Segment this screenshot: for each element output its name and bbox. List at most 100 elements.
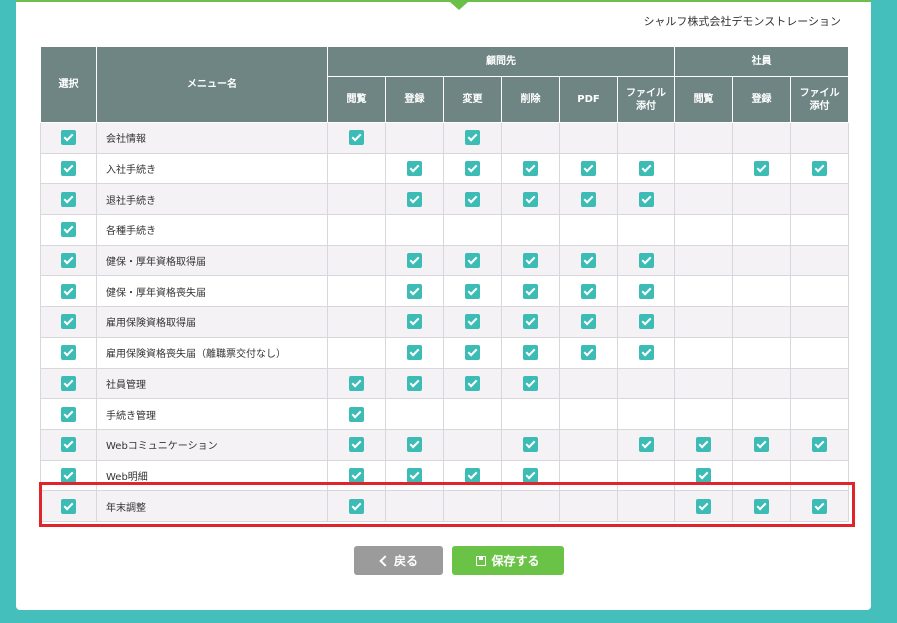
checkbox-checked-icon[interactable] xyxy=(465,191,480,207)
cell-advisor-change[interactable] xyxy=(443,183,502,216)
checkbox-checked-icon[interactable] xyxy=(465,283,480,299)
cell-select[interactable] xyxy=(40,122,97,154)
checkbox-checked-icon[interactable] xyxy=(696,498,712,514)
checkbox-checked-icon[interactable] xyxy=(61,467,76,483)
checkbox-checked-icon[interactable] xyxy=(581,314,596,330)
cell-advisor-change[interactable] xyxy=(443,275,502,308)
cell-select[interactable] xyxy=(40,306,97,338)
cell-select[interactable] xyxy=(40,428,97,461)
cell-employee-register[interactable] xyxy=(732,459,792,492)
cell-employee-view[interactable] xyxy=(674,152,734,185)
checkbox-checked-icon[interactable] xyxy=(407,191,422,207)
cell-advisor-delete[interactable] xyxy=(501,490,560,522)
checkbox-checked-icon[interactable] xyxy=(812,498,828,514)
cell-advisor-pdf[interactable] xyxy=(559,214,618,246)
checkbox-checked-icon[interactable] xyxy=(812,161,828,177)
checkbox-checked-icon[interactable] xyxy=(61,314,76,330)
cell-employee-file-attach[interactable] xyxy=(790,490,850,522)
cell-advisor-pdf[interactable] xyxy=(559,459,618,492)
checkbox-checked-icon[interactable] xyxy=(465,314,480,330)
cell-advisor-delete[interactable] xyxy=(501,244,560,277)
checkbox-checked-icon[interactable] xyxy=(407,253,422,269)
cell-advisor-view[interactable] xyxy=(327,152,386,185)
checkbox-checked-icon[interactable] xyxy=(581,253,596,269)
cell-employee-view[interactable] xyxy=(674,367,734,400)
checkbox-checked-icon[interactable] xyxy=(349,467,364,483)
checkbox-checked-icon[interactable] xyxy=(523,161,538,177)
cell-employee-register[interactable] xyxy=(732,275,792,308)
cell-advisor-register[interactable] xyxy=(385,275,444,308)
cell-employee-register[interactable] xyxy=(732,428,792,461)
cell-employee-register[interactable] xyxy=(732,244,792,277)
checkbox-checked-icon[interactable] xyxy=(61,283,76,299)
cell-advisor-register[interactable] xyxy=(385,214,444,246)
checkbox-checked-icon[interactable] xyxy=(581,283,596,299)
checkbox-checked-icon[interactable] xyxy=(407,345,422,361)
checkbox-checked-icon[interactable] xyxy=(61,222,76,238)
cell-select[interactable] xyxy=(40,214,97,246)
checkbox-checked-icon[interactable] xyxy=(581,161,596,177)
cell-employee-view[interactable] xyxy=(674,244,734,277)
cell-advisor-change[interactable] xyxy=(443,306,502,338)
cell-advisor-register[interactable] xyxy=(385,183,444,216)
checkbox-checked-icon[interactable] xyxy=(523,283,538,299)
cell-employee-view[interactable] xyxy=(674,428,734,461)
cell-employee-file-attach[interactable] xyxy=(790,306,850,338)
checkbox-checked-icon[interactable] xyxy=(638,314,654,330)
cell-employee-file-attach[interactable] xyxy=(790,336,850,369)
cell-advisor-view[interactable] xyxy=(327,398,386,430)
checkbox-checked-icon[interactable] xyxy=(581,191,596,207)
cell-select[interactable] xyxy=(40,336,97,369)
cell-advisor-file-attach[interactable] xyxy=(616,152,676,185)
cell-advisor-register[interactable] xyxy=(385,306,444,338)
checkbox-checked-icon[interactable] xyxy=(349,437,364,453)
cell-advisor-view[interactable] xyxy=(327,122,386,154)
cell-advisor-change[interactable] xyxy=(443,490,502,522)
cell-advisor-pdf[interactable] xyxy=(559,152,618,185)
cell-employee-file-attach[interactable] xyxy=(790,398,850,430)
checkbox-checked-icon[interactable] xyxy=(407,283,422,299)
checkbox-checked-icon[interactable] xyxy=(638,191,654,207)
checkbox-checked-icon[interactable] xyxy=(465,375,480,391)
cell-advisor-delete[interactable] xyxy=(501,275,560,308)
cell-advisor-file-attach[interactable] xyxy=(616,122,676,154)
checkbox-checked-icon[interactable] xyxy=(407,161,422,177)
checkbox-checked-icon[interactable] xyxy=(523,375,538,391)
back-button[interactable]: 戻る xyxy=(354,546,443,575)
checkbox-checked-icon[interactable] xyxy=(465,345,480,361)
cell-employee-view[interactable] xyxy=(674,275,734,308)
cell-advisor-pdf[interactable] xyxy=(559,336,618,369)
cell-advisor-pdf[interactable] xyxy=(559,183,618,216)
checkbox-checked-icon[interactable] xyxy=(754,498,770,514)
checkbox-checked-icon[interactable] xyxy=(696,437,712,453)
checkbox-checked-icon[interactable] xyxy=(465,467,480,483)
cell-advisor-delete[interactable] xyxy=(501,367,560,400)
checkbox-checked-icon[interactable] xyxy=(638,345,654,361)
cell-advisor-view[interactable] xyxy=(327,306,386,338)
cell-advisor-view[interactable] xyxy=(327,275,386,308)
checkbox-checked-icon[interactable] xyxy=(754,437,770,453)
cell-employee-register[interactable] xyxy=(732,306,792,338)
cell-advisor-register[interactable] xyxy=(385,152,444,185)
cell-advisor-change[interactable] xyxy=(443,214,502,246)
checkbox-checked-icon[interactable] xyxy=(349,130,364,146)
checkbox-checked-icon[interactable] xyxy=(61,406,76,422)
cell-advisor-register[interactable] xyxy=(385,490,444,522)
cell-advisor-file-attach[interactable] xyxy=(616,428,676,461)
cell-employee-file-attach[interactable] xyxy=(790,428,850,461)
cell-advisor-file-attach[interactable] xyxy=(616,336,676,369)
cell-employee-file-attach[interactable] xyxy=(790,459,850,492)
checkbox-checked-icon[interactable] xyxy=(349,375,364,391)
checkbox-checked-icon[interactable] xyxy=(349,406,364,422)
cell-advisor-register[interactable] xyxy=(385,336,444,369)
cell-employee-file-attach[interactable] xyxy=(790,152,850,185)
cell-employee-file-attach[interactable] xyxy=(790,367,850,400)
cell-employee-view[interactable] xyxy=(674,459,734,492)
cell-advisor-view[interactable] xyxy=(327,490,386,522)
checkbox-checked-icon[interactable] xyxy=(523,437,538,453)
cell-advisor-change[interactable] xyxy=(443,367,502,400)
cell-advisor-register[interactable] xyxy=(385,367,444,400)
cell-employee-view[interactable] xyxy=(674,183,734,216)
cell-advisor-delete[interactable] xyxy=(501,336,560,369)
cell-advisor-view[interactable] xyxy=(327,367,386,400)
